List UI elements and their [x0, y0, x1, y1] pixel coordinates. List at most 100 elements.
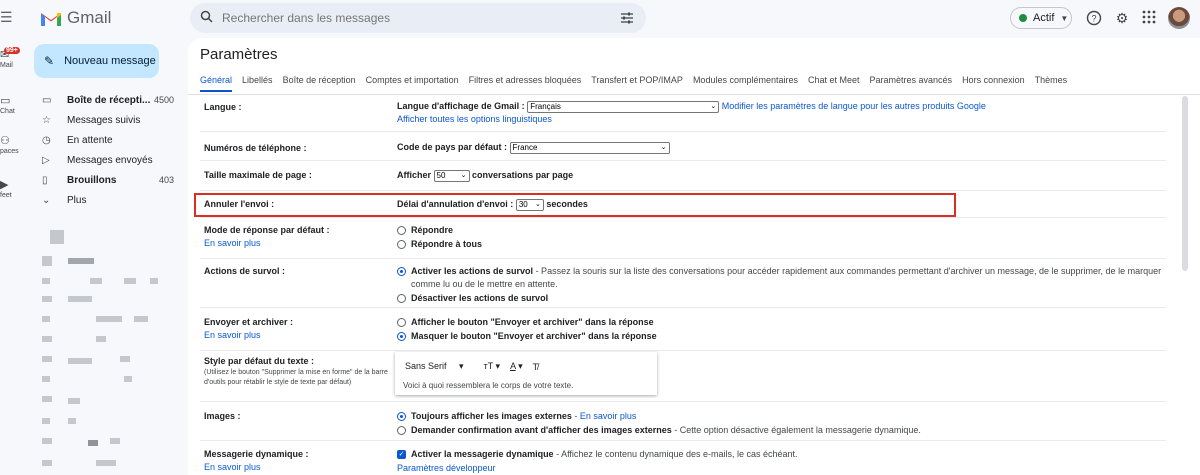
checkbox-desc: - Affichez le contenu dynamique des e-ma… — [553, 449, 798, 459]
nav-item-inbox[interactable]: ▭ Boîte de récepti... 4500 — [34, 90, 180, 110]
draft-icon: ▯ — [42, 174, 48, 186]
setting-page-size: Taille maximale de page : Afficher 50 ⌄ c… — [200, 162, 1166, 191]
radio-label: Demander confirmation avant d'afficher d… — [411, 425, 672, 435]
apps-icon[interactable] — [1141, 10, 1157, 26]
setting-hint: (Utilisez le bouton "Supprimer la mise e… — [204, 369, 388, 386]
search-input[interactable] — [222, 11, 602, 25]
text-preview: Voici à quoi ressemblera le corps de vot… — [403, 381, 574, 390]
radio-button[interactable] — [397, 240, 406, 249]
radio-hide-send-archive[interactable]: Masquer le bouton "Envoyer et archiver" … — [397, 330, 1162, 343]
tab-advanced[interactable]: Paramètres avancés — [870, 75, 953, 92]
checkbox-label: Activer la messagerie dynamique — [411, 449, 554, 459]
nav-item-label: Boîte de récepti... — [67, 94, 151, 106]
radio-button[interactable] — [397, 226, 406, 235]
page-size-select[interactable]: 50 ⌄ — [433, 169, 470, 182]
page-size-suffix: conversations par page — [472, 170, 574, 180]
tab-offline[interactable]: Hors connexion — [962, 75, 1025, 92]
tab-general[interactable]: Général — [200, 75, 233, 92]
rail-meet-label: feet — [0, 192, 12, 199]
setting-value: Toujours afficher les images externes - … — [397, 410, 1162, 438]
radio-hover-off[interactable]: Désactiver les actions de survol — [397, 292, 1162, 305]
setting-label-text: Mode de réponse par défaut : — [204, 225, 330, 235]
setting-value: ✓ Activer la messagerie dynamique - Affic… — [397, 448, 1162, 475]
checkbox-dynamic-email[interactable]: ✓ Activer la messagerie dynamique - Affic… — [397, 448, 1162, 461]
setting-value: Afficher 50 ⌄ conversations par page — [397, 169, 1162, 182]
scrollbar[interactable] — [1182, 96, 1188, 271]
setting-label: Images : — [204, 411, 241, 421]
chevron-down-icon: ⌄ — [460, 171, 467, 179]
star-icon: ☆ — [42, 114, 51, 126]
tab-inbox[interactable]: Boîte de réception — [283, 75, 356, 92]
rail-meet[interactable]: ▶ feet — [0, 178, 18, 199]
avatar[interactable] — [1168, 7, 1190, 29]
compose-label: Nouveau message — [64, 55, 156, 67]
help-icon[interactable]: ? — [1086, 10, 1102, 26]
font-select[interactable]: Sans Serif ▾ — [405, 361, 474, 372]
search-icon[interactable] — [190, 10, 222, 26]
radio-label: Toujours afficher les images externes — [411, 411, 572, 421]
setting-value: Répondre Répondre à tous — [397, 224, 1162, 252]
radio-button-selected[interactable] — [397, 267, 406, 276]
radio-show-send-archive[interactable]: Afficher le bouton "Envoyer et archiver"… — [397, 316, 1162, 329]
page-size-value: 50 — [436, 170, 446, 180]
language-settings-link[interactable]: Modifier les paramètres de langue pour l… — [722, 101, 986, 111]
nav-item-drafts[interactable]: ▯ Brouillons 403 — [34, 170, 180, 190]
country-select-value: France — [512, 142, 538, 152]
nav-item-starred[interactable]: ☆ Messages suivis — [34, 110, 180, 130]
chevron-down-icon: ⌄ — [710, 102, 717, 110]
tab-accounts[interactable]: Comptes et importation — [366, 75, 459, 92]
radio-button[interactable] — [397, 318, 406, 327]
country-select[interactable]: France ⌄ — [509, 141, 670, 154]
all-languages-link[interactable]: Afficher toutes les options linguistique… — [397, 114, 552, 124]
tab-themes[interactable]: Thèmes — [1035, 75, 1068, 92]
tune-icon[interactable] — [620, 11, 634, 25]
text-color-icon[interactable]: A ▾ — [510, 361, 523, 372]
radio-button-selected[interactable] — [397, 332, 406, 341]
rail-spaces[interactable]: ⚇ paces — [0, 134, 19, 155]
setting-value: Langue d'affichage de Gmail : Français ⌄ … — [397, 100, 1162, 126]
tab-filters[interactable]: Filtres et adresses bloquées — [469, 75, 582, 92]
setting-label: Messagerie dynamique : En savoir plus — [204, 449, 309, 472]
menu-icon[interactable]: ☰ — [0, 10, 13, 24]
learn-more-link[interactable]: En savoir plus — [204, 238, 330, 248]
nav-item-sent[interactable]: ▷ Messages envoyés — [34, 150, 180, 170]
chevron-down-icon: ⌄ — [42, 194, 51, 206]
setting-label: Envoyer et archiver : En savoir plus — [204, 317, 293, 340]
language-select-value: Français — [530, 101, 561, 111]
radio-reply-all[interactable]: Répondre à tous — [397, 238, 1162, 251]
learn-more-link[interactable]: En savoir plus — [204, 330, 293, 340]
radio-reply[interactable]: Répondre — [397, 224, 1162, 237]
radio-button-selected[interactable] — [397, 412, 406, 421]
developer-settings-link[interactable]: Paramètres développeur — [397, 462, 1162, 475]
setting-label: Taille maximale de page : — [204, 170, 312, 180]
settings-icon[interactable]: ⚙ — [1114, 10, 1130, 26]
chevron-down-icon: ▾ — [459, 361, 464, 371]
gmail-logo[interactable]: Gmail — [40, 8, 111, 28]
radio-desc: - Cette option désactive également la me… — [671, 425, 921, 435]
tab-forwarding[interactable]: Transfert et POP/IMAP — [591, 75, 683, 92]
text-size-icon[interactable]: тT ▾ — [484, 361, 500, 372]
tab-labels[interactable]: Libellés — [242, 75, 273, 92]
text-style-editor[interactable]: Sans Serif ▾ тT ▾ A ▾ T̸ Voici à quoi re… — [395, 352, 657, 395]
rail-chat[interactable]: ▭ Chat — [0, 94, 18, 115]
nav-item-more[interactable]: ⌄ Plus — [34, 190, 180, 210]
radio-ask-images[interactable]: Demander confirmation avant d'afficher d… — [397, 424, 1162, 437]
tab-chat-meet[interactable]: Chat et Meet — [808, 75, 860, 92]
tab-addons[interactable]: Modules complémentaires — [693, 75, 798, 92]
language-select[interactable]: Français ⌄ — [527, 100, 720, 113]
checkbox-checked[interactable]: ✓ — [397, 450, 406, 459]
learn-more-link[interactable]: En savoir plus — [204, 462, 309, 472]
search-bar[interactable] — [190, 3, 646, 33]
setting-language: Langue : Langue d'affichage de Gmail : F… — [200, 95, 1166, 132]
setting-label-text: Style par défaut du texte : — [204, 356, 315, 366]
nav-item-snoozed[interactable]: ◷ En attente — [34, 130, 180, 150]
learn-more-link[interactable]: En savoir plus — [580, 411, 637, 421]
radio-button[interactable] — [397, 294, 406, 303]
radio-button[interactable] — [397, 426, 406, 435]
status-button[interactable]: Actif ▼ — [1010, 7, 1072, 29]
nav-item-label: Messages suivis — [67, 114, 141, 126]
radio-hover-on[interactable]: Activer les actions de survol - Passez l… — [397, 265, 1162, 291]
compose-button[interactable]: ✎ Nouveau message — [34, 44, 159, 78]
remove-formatting-icon[interactable]: T̸ — [533, 362, 539, 372]
radio-always-images[interactable]: Toujours afficher les images externes - … — [397, 410, 1162, 423]
